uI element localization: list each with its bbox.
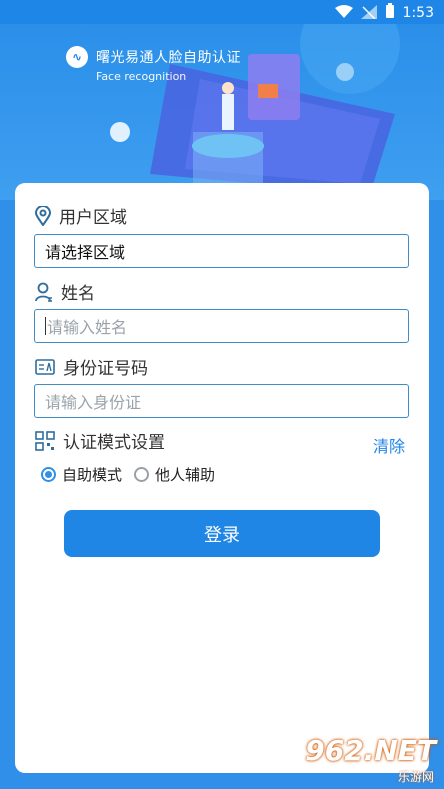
login-card: 用户区域 请选择区域 姓名 请输入姓名 身份证号码 请输入身份证 认证模式设置 … <box>15 183 429 773</box>
auth-mode-label: 认证模式设置 <box>63 433 165 453</box>
id-card-icon <box>35 358 55 375</box>
status-time: 1:53 <box>402 5 434 21</box>
region-label: 用户区域 <box>59 208 127 228</box>
watermark-sub: 乐游网 <box>397 770 434 784</box>
header-banner: ∿ 曙光易通人脸自助认证 Face recognition <box>0 24 444 200</box>
id-label-row: 身份证号码 <box>35 354 148 379</box>
auth-mode-options: 自助模式 他人辅助 <box>41 464 215 485</box>
name-label-row: 姓名 <box>35 279 95 304</box>
location-pin-icon <box>35 205 51 226</box>
region-select[interactable]: 请选择区域 <box>34 234 409 268</box>
brand-subtitle: Face recognition <box>96 70 187 83</box>
radio-assisted[interactable] <box>134 467 150 482</box>
watermark-logo: 962.NET <box>305 734 436 767</box>
brand: ∿ 曙光易通人脸自助认证 Face recognition <box>66 46 241 83</box>
person-icon <box>35 282 53 302</box>
id-label: 身份证号码 <box>63 359 148 379</box>
battery-icon <box>385 3 395 23</box>
name-label: 姓名 <box>61 284 95 304</box>
signal-icon <box>360 4 377 23</box>
text-cursor <box>45 317 46 335</box>
wifi-icon <box>334 4 353 23</box>
status-icons: 1:53 <box>334 3 434 23</box>
auth-mode-label-row: 认证模式设置 <box>35 428 165 453</box>
status-bar: 1:53 <box>0 0 444 24</box>
option-self-service-label[interactable]: 自助模式 <box>62 464 122 485</box>
name-placeholder: 请输入姓名 <box>47 318 128 337</box>
brand-logo-icon: ∿ <box>66 46 88 68</box>
name-input[interactable]: 请输入姓名 <box>34 309 409 343</box>
option-assisted-label[interactable]: 他人辅助 <box>155 464 215 485</box>
region-label-row: 用户区域 <box>35 203 127 228</box>
login-button[interactable]: 登录 <box>64 510 380 557</box>
radio-self-service[interactable] <box>41 467 56 482</box>
id-number-input[interactable]: 请输入身份证 <box>34 384 409 418</box>
qr-code-icon <box>35 430 55 451</box>
brand-title: 曙光易通人脸自助认证 <box>96 50 241 66</box>
clear-button[interactable]: 清除 <box>373 433 405 457</box>
